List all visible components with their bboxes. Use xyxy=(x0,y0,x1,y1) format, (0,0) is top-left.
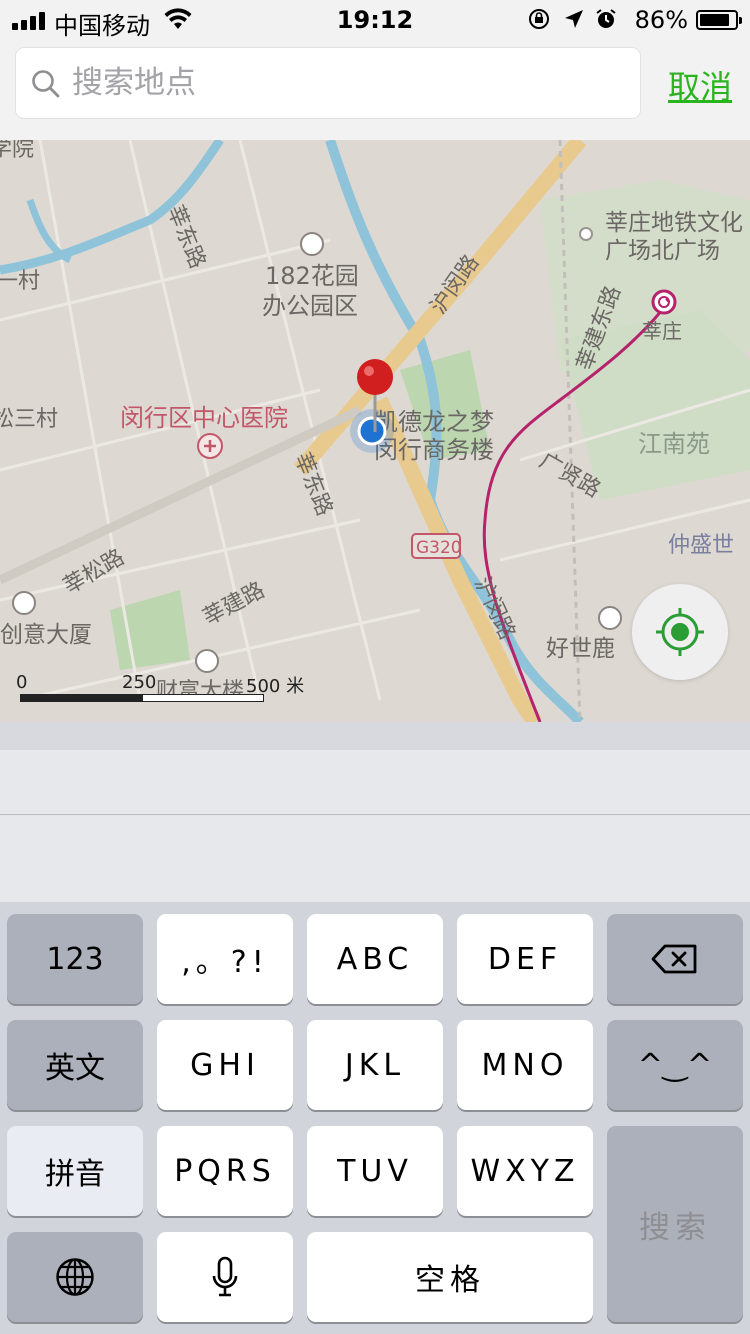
key-123[interactable]: 123 xyxy=(7,914,143,1004)
alarm-icon xyxy=(596,9,616,28)
cancel-button[interactable]: 取消 xyxy=(668,62,732,108)
key-jkl-label: JKL xyxy=(344,1047,406,1083)
globe-icon xyxy=(56,1258,94,1296)
map-label-garden-1: 182花园 xyxy=(265,262,359,290)
key-ghi[interactable]: GHI xyxy=(157,1020,293,1110)
key-punctuation-label: ,。?! xyxy=(181,945,269,980)
map-label-haoshilu: 好世鹿 xyxy=(546,636,615,662)
key-pinyin-label: 拼音 xyxy=(45,1157,105,1192)
location-arrow-icon xyxy=(565,10,583,28)
key-emoji-label: ^‿^ xyxy=(637,1047,713,1083)
key-pinyin[interactable]: 拼音 xyxy=(7,1126,143,1216)
key-jkl[interactable]: JKL xyxy=(307,1020,443,1110)
map-label-village: 一村 xyxy=(0,269,40,294)
search-icon xyxy=(32,70,60,98)
map-label-xinzhuang: 莘庄 xyxy=(642,319,682,343)
key-tuv[interactable]: TUV xyxy=(307,1126,443,1216)
key-punctuation[interactable]: ,。?! xyxy=(157,914,293,1004)
search-key-label: 搜索 xyxy=(639,1209,711,1246)
key-wxyz-label: WXYZ xyxy=(470,1153,580,1189)
orientation-lock-icon xyxy=(529,9,549,29)
locate-me-button[interactable] xyxy=(632,584,728,680)
results-list xyxy=(0,722,750,902)
search-box[interactable] xyxy=(16,48,640,118)
map-label-songsan-village: 松三村 xyxy=(0,407,58,432)
search-input[interactable] xyxy=(72,48,612,118)
map-label-kaide-2: 闵行商务楼 xyxy=(374,436,494,464)
key-pqrs[interactable]: PQRS xyxy=(157,1126,293,1216)
map-label-school: 学院 xyxy=(0,140,34,162)
key-123-label: 123 xyxy=(46,941,104,977)
map-label-garden-2: 办公园区 xyxy=(262,292,358,320)
map-label-hospital: 闵行区中心医院 xyxy=(120,404,288,432)
backspace-icon xyxy=(651,944,697,974)
status-bar: 中国移动 19:12 86% xyxy=(0,0,750,40)
key-wxyz[interactable]: WXYZ xyxy=(457,1126,593,1216)
scale-start: 0 xyxy=(16,672,28,693)
map-label-chuangyi: 创意大厦 xyxy=(0,622,92,648)
key-abc-label: ABC xyxy=(336,941,414,977)
current-location-icon xyxy=(350,409,394,453)
key-abc[interactable]: ABC xyxy=(307,914,443,1004)
microphone-key[interactable] xyxy=(157,1232,293,1322)
scale-mid: 250 xyxy=(122,672,157,693)
battery-icon xyxy=(696,10,742,30)
keyboard: 123 ,。?! ABC DEF 英文 GHI JKL MNO ^‿^ 拼音 P… xyxy=(0,902,750,1334)
key-english[interactable]: 英文 xyxy=(7,1020,143,1110)
key-def-label: DEF xyxy=(487,941,563,977)
search-bar: 取消 xyxy=(0,40,750,140)
globe-key[interactable] xyxy=(7,1232,143,1322)
space-key[interactable]: 空格 xyxy=(307,1232,593,1322)
map-view[interactable]: 学院 莘东路 182花园 办公园区 沪闵路 莘庄地铁文化 广场北广场 莘建东路 … xyxy=(0,140,750,722)
g320-label: G320 xyxy=(416,538,462,558)
backspace-key[interactable] xyxy=(607,914,743,1004)
map-label-jiangnan-yuan: 江南苑 xyxy=(638,430,710,458)
divider xyxy=(0,814,750,815)
key-english-label: 英文 xyxy=(45,1051,105,1086)
search-key[interactable]: 搜索 xyxy=(607,1126,743,1322)
results-header xyxy=(0,722,750,750)
key-def[interactable]: DEF xyxy=(457,914,593,1004)
map-label-metro-2: 广场北广场 xyxy=(605,238,720,264)
space-key-label: 空格 xyxy=(415,1263,485,1298)
key-ghi-label: GHI xyxy=(190,1047,260,1083)
map-label-zhongsheng: 仲盛世 xyxy=(668,533,734,558)
key-pqrs-label: PQRS xyxy=(174,1153,276,1189)
key-emoji[interactable]: ^‿^ xyxy=(607,1020,743,1110)
battery-percent: 86% xyxy=(634,6,688,34)
map-label-metro-1: 莘庄地铁文化 xyxy=(605,210,743,236)
key-mno[interactable]: MNO xyxy=(457,1020,593,1110)
key-tuv-label: TUV xyxy=(337,1153,413,1189)
locate-icon xyxy=(656,608,704,656)
microphone-icon xyxy=(212,1256,238,1297)
key-mno-label: MNO xyxy=(481,1047,569,1083)
